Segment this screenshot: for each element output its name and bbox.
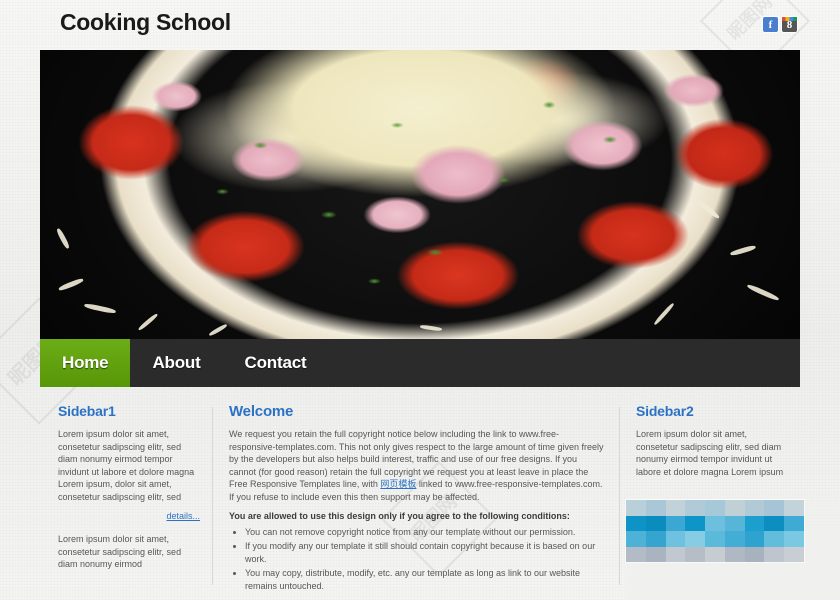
mosaic-tile xyxy=(665,500,686,516)
mosaic-tile xyxy=(645,500,666,516)
mosaic-tile xyxy=(685,546,706,562)
mosaic-tile xyxy=(744,546,765,562)
sidebar1-details-link[interactable]: details... xyxy=(58,511,200,521)
mosaic-tile xyxy=(724,531,745,547)
mosaic-tile xyxy=(764,546,785,562)
sidebar1-title: Sidebar1 xyxy=(58,403,116,419)
mosaic-tile xyxy=(724,515,745,531)
mosaic-tile xyxy=(744,515,765,531)
mosaic-tile xyxy=(626,515,646,531)
mosaic-tile xyxy=(744,500,765,516)
mosaic-tile xyxy=(685,515,706,531)
sidebar1-paragraph-1: Lorem ipsum dolor sit amet, consetetur s… xyxy=(58,429,195,502)
mosaic-tile xyxy=(665,546,686,562)
censored-mosaic-region xyxy=(626,500,804,562)
mosaic-tile xyxy=(764,500,785,516)
sidebar2-paragraph-1: Lorem ipsum dolor sit amet, consetetur s… xyxy=(636,429,784,477)
sidebar2-title: Sidebar2 xyxy=(636,403,694,419)
mosaic-tile xyxy=(724,546,745,562)
mosaic-tile xyxy=(764,531,785,547)
mosaic-tile xyxy=(665,515,686,531)
main-navigation: Home About Contact xyxy=(40,339,800,387)
terms-list-item: If you modify any our template it still … xyxy=(245,540,605,565)
mosaic-tile xyxy=(685,500,706,516)
facebook-icon[interactable]: f xyxy=(763,17,778,32)
mosaic-tile xyxy=(705,500,725,516)
google-plus-icon[interactable]: 8 xyxy=(782,17,797,32)
mosaic-tile xyxy=(665,531,686,547)
sidebar2: Sidebar2 Lorem ipsum dolor sit amet, con… xyxy=(620,403,800,594)
nav-item-about[interactable]: About xyxy=(130,339,222,387)
template-site-link[interactable]: 网页模板 xyxy=(380,479,416,489)
main-column: Welcome We request you retain the full c… xyxy=(213,403,619,594)
mosaic-tile xyxy=(764,515,785,531)
mosaic-tile xyxy=(705,515,725,531)
page-title: Cooking School xyxy=(60,9,231,35)
main-intro-paragraph: We request you retain the full copyright… xyxy=(229,428,605,503)
mosaic-tile xyxy=(705,546,725,562)
terms-list: You can not remove copyright notice from… xyxy=(229,526,605,593)
content-area: Sidebar1 Lorem ipsum dolor sit amet, con… xyxy=(40,387,800,594)
mosaic-tile xyxy=(685,531,706,547)
mosaic-tile xyxy=(784,546,804,562)
mosaic-tile xyxy=(705,531,725,547)
mosaic-tile xyxy=(626,531,646,547)
nav-item-contact[interactable]: Contact xyxy=(223,339,329,387)
mosaic-tile xyxy=(626,500,646,516)
nav-item-home[interactable]: Home xyxy=(40,339,131,387)
mosaic-tile xyxy=(626,546,646,562)
main-heading: Welcome xyxy=(229,403,294,420)
terms-lead-line: You are allowed to use this design only … xyxy=(229,511,570,521)
mosaic-tile xyxy=(645,531,666,547)
terms-list-item: You can not remove copyright notice from… xyxy=(245,526,605,539)
mosaic-tile xyxy=(784,515,804,531)
mosaic-tile xyxy=(645,546,666,562)
sidebar1: Sidebar1 Lorem ipsum dolor sit amet, con… xyxy=(40,403,212,594)
mosaic-tile xyxy=(724,500,745,516)
terms-list-item: You may copy, distribute, modify, etc. a… xyxy=(245,567,605,592)
sidebar1-paragraph-2: Lorem ipsum dolor sit amet, consetetur s… xyxy=(58,534,182,569)
mosaic-tile xyxy=(744,531,765,547)
hero-image xyxy=(40,50,800,339)
mosaic-tile xyxy=(784,500,804,516)
mosaic-tile xyxy=(645,515,666,531)
pizza-photo xyxy=(40,50,800,339)
site-header: Cooking School f 8 xyxy=(40,0,800,50)
social-links: f 8 xyxy=(763,17,797,32)
mosaic-tile xyxy=(784,531,804,547)
